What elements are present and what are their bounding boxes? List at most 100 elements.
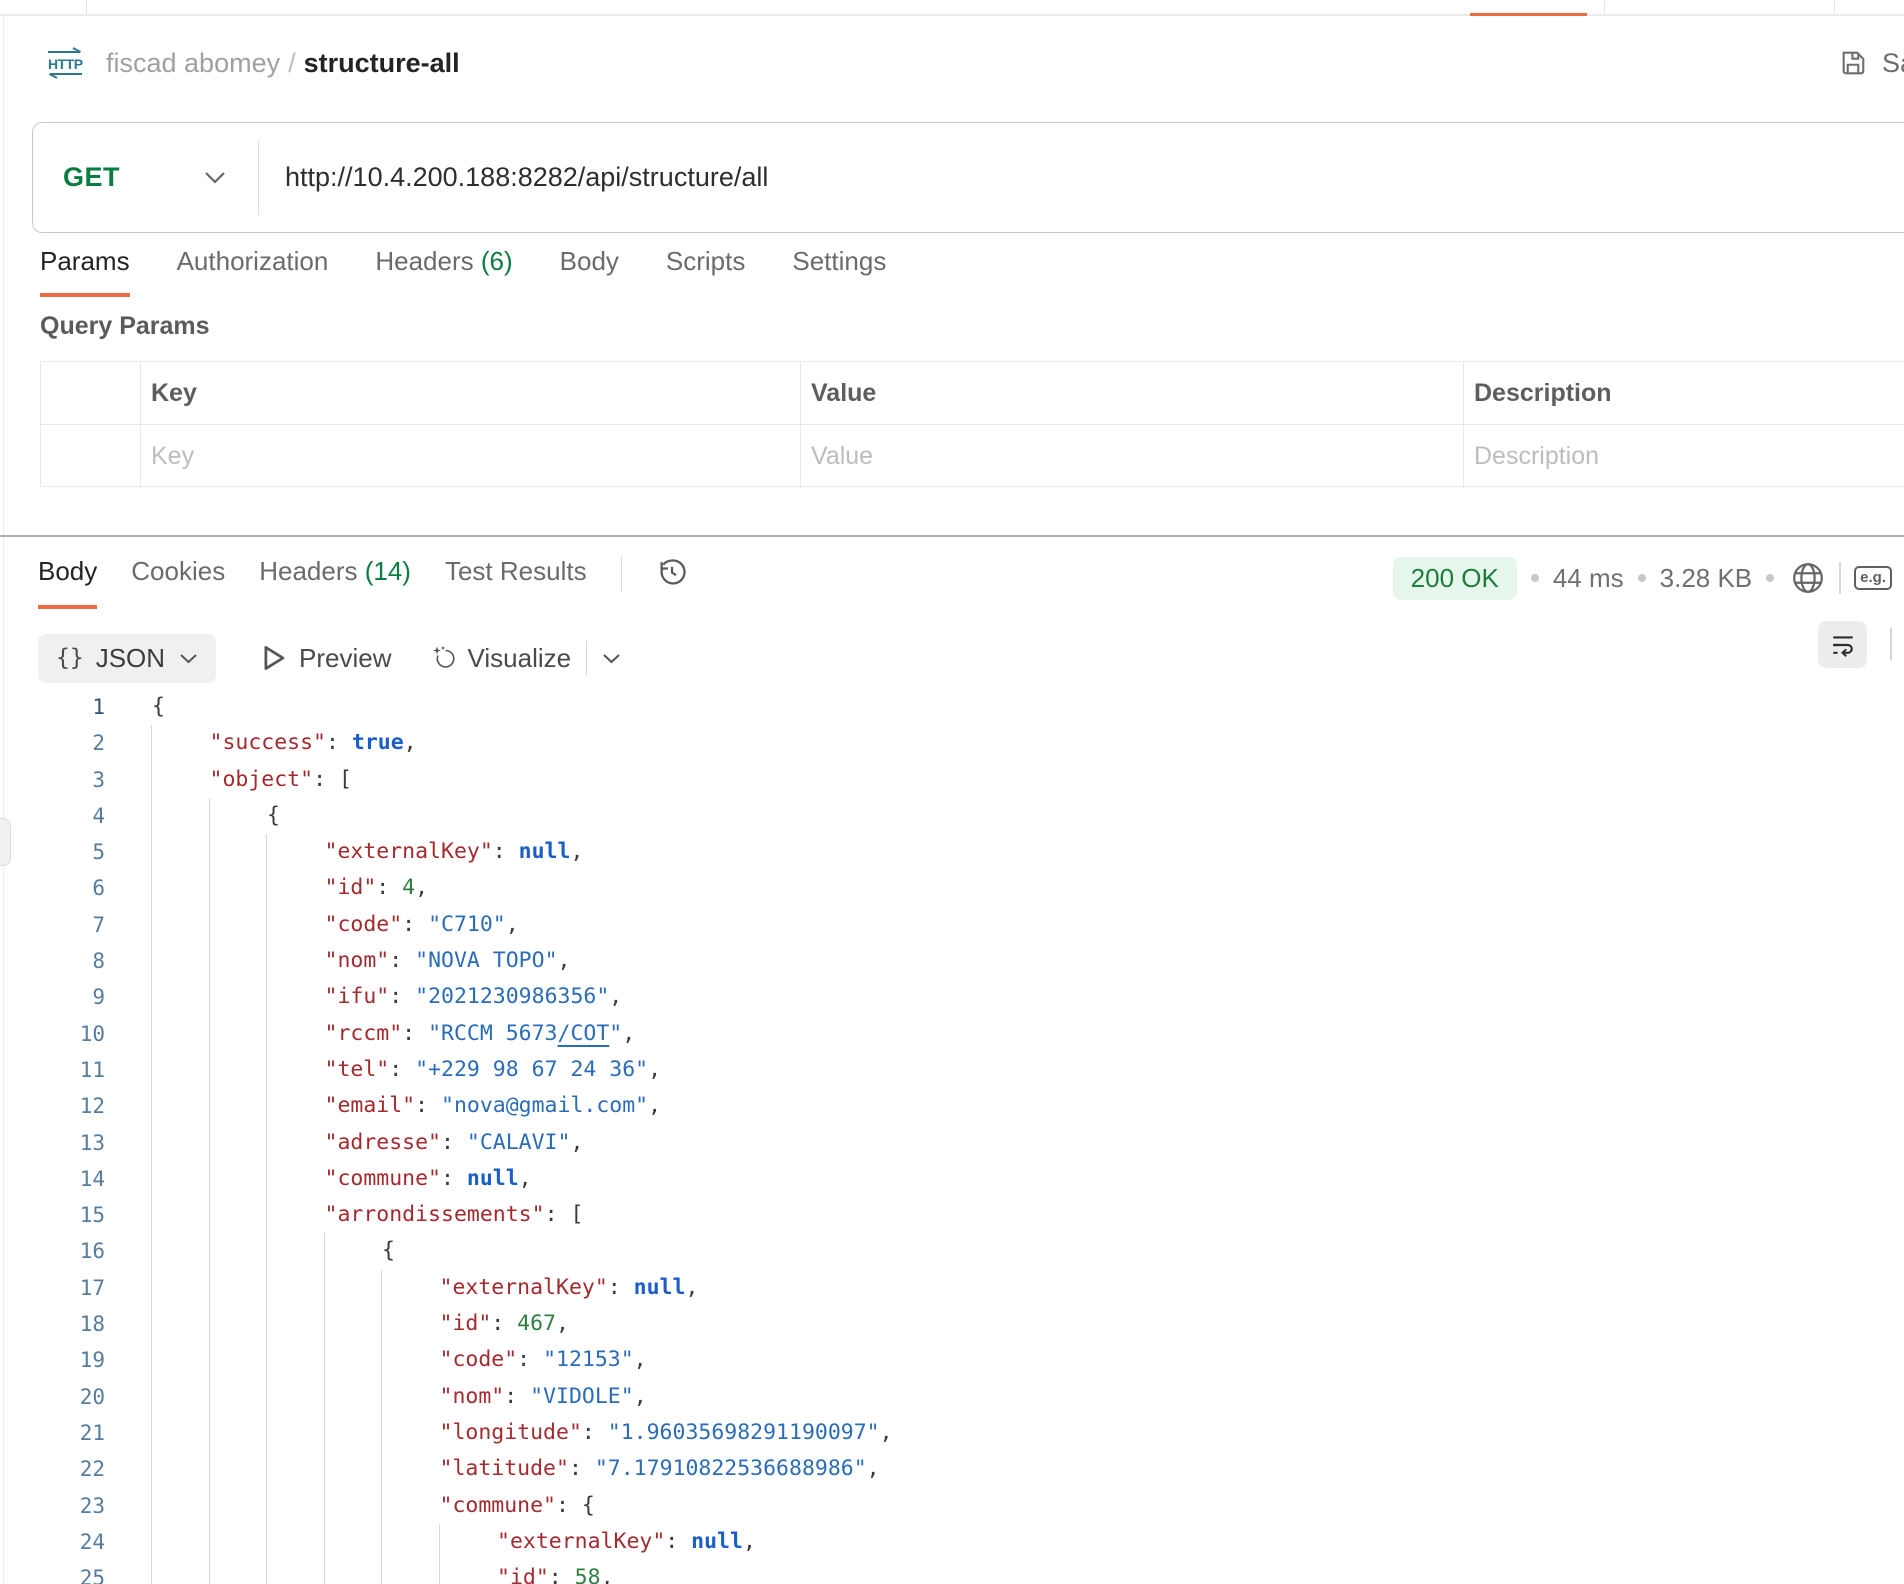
token-b: null [634,1275,686,1300]
token-p: : [376,875,402,900]
line-number: 25 [0,1560,105,1584]
indent-guide [266,1415,267,1451]
response-tab-cookies[interactable]: Cookies [131,556,225,609]
chevron-down-icon[interactable] [602,653,621,664]
code-lines[interactable]: 1{2"success": true,3"object": [4{5"exter… [0,689,1904,1584]
line-number: 14 [0,1161,105,1197]
line-number: 8 [0,943,105,979]
row-select-cell[interactable] [41,425,141,488]
indent-guide [266,1379,267,1415]
save-as-example-icon[interactable]: e.g. [1854,566,1892,590]
select-all-cell[interactable] [41,362,141,425]
token-p: : [ [545,1202,584,1227]
tab-body[interactable]: Body [560,246,619,297]
preview-button-label: Preview [299,643,391,674]
code-line: 15"arrondissements": [ [0,1197,1904,1233]
token-k: "email" [325,1093,416,1118]
token-b: null [519,839,571,864]
response-tab-test-results[interactable]: Test Results [445,556,587,609]
indent-guide [324,1451,325,1487]
indent-guide [439,1524,440,1560]
save-icon [1838,49,1868,77]
response-header: Body Cookies Headers (14) Test Results 2… [38,556,1892,628]
breadcrumb-collection[interactable]: fiscad abomey [106,48,280,79]
token-p: : [491,1311,517,1336]
token-p: { [152,694,165,719]
response-headers-count-badge: (14) [365,556,411,586]
tab-settings[interactable]: Settings [792,246,886,297]
token-k: "id" [325,875,377,900]
wrap-text-button[interactable] [1818,621,1867,668]
tab-params[interactable]: Params [40,246,130,297]
visualize-button-label: Visualize [468,643,572,674]
tab-scripts[interactable]: Scripts [666,246,745,297]
token-s: "NOVA TOPO" [415,948,557,973]
tab-divider [1834,0,1835,14]
tab-authorization[interactable]: Authorization [177,246,329,297]
visualize-button[interactable]: Visualize [430,643,572,674]
indent-guide [151,725,152,761]
token-p: , [648,1057,661,1082]
indent-guide [381,1379,382,1415]
format-selector-label: JSON [96,643,165,674]
code-line: 14"commune": null, [0,1161,1904,1197]
token-k: "id" [497,1565,549,1584]
token-p: : [493,839,519,864]
pane-splitter[interactable] [0,535,1904,537]
active-tab-indicator [1470,13,1587,16]
token-p: : [569,1456,595,1481]
token-s: "C710" [428,912,506,937]
preview-button[interactable]: Preview [261,643,391,674]
breadcrumb-request-name[interactable]: structure-all [304,48,460,79]
line-number: 24 [0,1524,105,1560]
token-k: "longitude" [440,1420,582,1445]
code-text: "adresse": "CALAVI", [325,1125,584,1161]
code-text: "arrondissements": [ [325,1197,584,1233]
code-text: "commune": { [440,1488,595,1524]
indent-guide [266,870,267,906]
indent-guide [209,1342,210,1378]
response-size[interactable]: 3.28 KB [1660,563,1753,594]
indent-guide [266,1125,267,1161]
token-p: , [570,839,583,864]
tab-headers[interactable]: Headers (6) [375,246,512,297]
response-tab-headers-label: Headers [259,556,357,586]
response-time[interactable]: 44 ms [1553,563,1624,594]
indent-guide [324,1379,325,1415]
token-p: : [389,948,415,973]
workspace-tab-strip [0,0,1904,16]
indent-guide [381,1415,382,1451]
value-input[interactable]: Value [801,425,1464,488]
url-input[interactable]: http://10.4.200.188:8282/api/structure/a… [285,162,768,193]
code-line: 2"success": true, [0,725,1904,761]
indent-guide [266,979,267,1015]
indent-guide [324,1306,325,1342]
token-p: : [402,1021,428,1046]
description-input[interactable]: Description [1464,425,1904,488]
code-text: "ifu": "2021230986356", [325,979,623,1015]
format-selector[interactable]: {} JSON [38,634,216,683]
method-selector[interactable]: GET [63,162,120,193]
code-text: { [267,798,280,834]
save-button[interactable]: Save [1838,40,1904,86]
code-line: 12"email": "nova@gmail.com", [0,1088,1904,1124]
response-tab-headers[interactable]: Headers (14) [259,556,411,609]
status-badge[interactable]: 200 OK [1393,557,1517,600]
response-history-icon[interactable] [656,556,688,588]
token-p: , [622,1021,635,1046]
indent-guide [266,1270,267,1306]
chevron-down-icon[interactable] [204,171,226,184]
code-text: "id": 58, [497,1560,614,1584]
network-globe-icon[interactable] [1790,560,1826,596]
token-p: , [880,1420,893,1445]
indent-guide [151,1161,152,1197]
key-input[interactable]: Key [141,425,801,488]
http-request-icon: HTTP [46,47,84,79]
indent-guide [266,1342,267,1378]
column-header-value: Value [801,362,1464,425]
indent-guide [209,1161,210,1197]
indent-guide [209,907,210,943]
response-tab-body[interactable]: Body [38,556,97,609]
token-num: 4 [402,875,415,900]
token-s: "nova@gmail.com" [441,1093,648,1118]
